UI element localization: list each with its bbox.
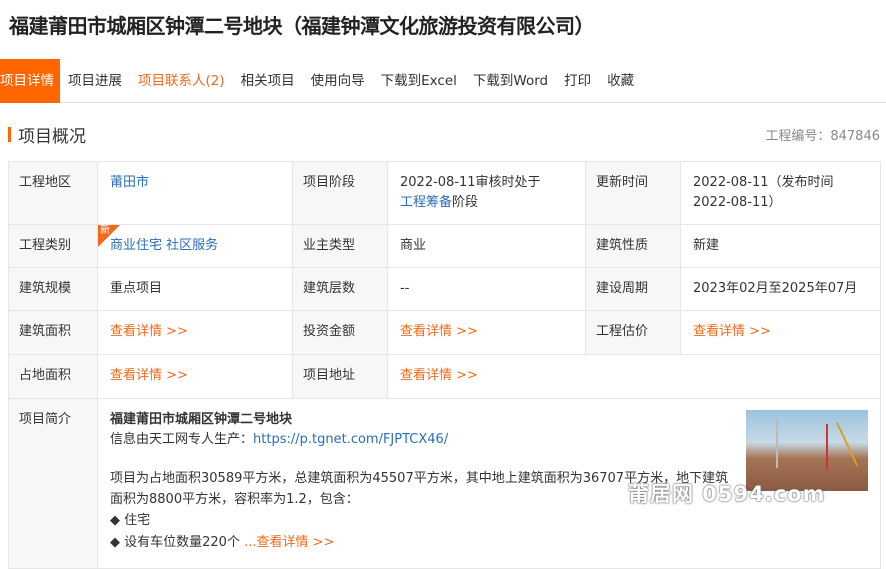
- area-details-link[interactable]: 查看详情 >>: [110, 324, 188, 339]
- section-accent-bar: [8, 127, 11, 142]
- section-header: 项目概况 工程编号：847846: [8, 122, 880, 147]
- floors-value: --: [387, 267, 586, 311]
- nature-value: 新建: [680, 224, 881, 268]
- tab-project-progress[interactable]: 项目进展: [60, 59, 130, 103]
- intro-label: 项目简介: [8, 398, 98, 569]
- intro-more-link[interactable]: ...查看详情 >>: [244, 535, 334, 550]
- tab-download-word[interactable]: 下载到Word: [465, 59, 556, 103]
- region-link[interactable]: 莆田市: [110, 175, 149, 190]
- address-details-link[interactable]: 查看详情 >>: [400, 368, 478, 383]
- update-label: 更新时间: [585, 161, 681, 225]
- intro-source-text: 信息由天工网专人生产：: [110, 432, 254, 447]
- watermark: 莆居网 0594.com: [628, 482, 826, 506]
- cost-label: 工程估价: [585, 310, 681, 355]
- floors-label: 建筑层数: [292, 267, 388, 311]
- new-badge-text: 新: [100, 225, 110, 236]
- scale-label: 建筑规模: [8, 267, 98, 311]
- tab-related-projects[interactable]: 相关项目: [233, 59, 303, 103]
- address-label: 项目地址: [292, 354, 388, 399]
- stage-text: 2022-08-11审核时处于: [400, 175, 541, 190]
- owner-label: 业主类型: [292, 224, 388, 268]
- cost-details-link[interactable]: 查看详情 >>: [693, 324, 771, 339]
- owner-value: 商业: [387, 224, 586, 268]
- area-label: 建筑面积: [8, 310, 98, 355]
- nature-label: 建筑性质: [585, 224, 681, 268]
- project-code: 工程编号：847846: [765, 129, 880, 144]
- tab-usage-guide[interactable]: 使用向导: [303, 59, 373, 103]
- intro-bullet: ◆ 设有车位数量220个: [110, 535, 240, 550]
- period-label: 建设周期: [585, 267, 681, 311]
- invest-label: 投资金额: [292, 310, 388, 355]
- stage-label: 项目阶段: [292, 161, 388, 225]
- category-link[interactable]: 商业住宅 社区服务: [110, 238, 218, 253]
- update-value: 2022-08-11（发布时间2022-08-11）: [680, 161, 881, 225]
- land-details-link[interactable]: 查看详情 >>: [110, 368, 188, 383]
- page-title: 福建莆田市城厢区钟潭二号地块（福建钟潭文化旅游投资有限公司）: [9, 14, 595, 38]
- tab-project-contacts[interactable]: 项目联系人(2): [130, 59, 233, 103]
- category-label: 工程类别: [8, 224, 98, 268]
- scale-value: 重点项目: [97, 267, 293, 311]
- tab-project-details[interactable]: 项目详情: [0, 58, 60, 103]
- stage-value: 2022-08-11审核时处于 工程筹备阶段: [387, 161, 586, 225]
- period-value: 2023年02月至2025年07月: [680, 267, 881, 311]
- stage-link[interactable]: 工程筹备: [400, 195, 452, 210]
- invest-details-link[interactable]: 查看详情 >>: [400, 324, 478, 339]
- tab-bar: 项目详情 项目进展 项目联系人(2) 相关项目 使用向导 下载到Excel 下载…: [0, 58, 886, 103]
- intro-bullet: ◆ 住宅: [110, 513, 151, 528]
- section-title: 项目概况: [18, 127, 86, 147]
- stage-suffix: 阶段: [452, 195, 479, 210]
- tab-favorite[interactable]: 收藏: [599, 59, 642, 103]
- tab-print[interactable]: 打印: [556, 59, 599, 103]
- intro-source-link[interactable]: https://p.tgnet.com/FJPTCX46/: [253, 432, 448, 447]
- tab-download-excel[interactable]: 下载到Excel: [373, 59, 465, 103]
- region-label: 工程地区: [8, 161, 98, 225]
- land-label: 占地面积: [8, 354, 98, 399]
